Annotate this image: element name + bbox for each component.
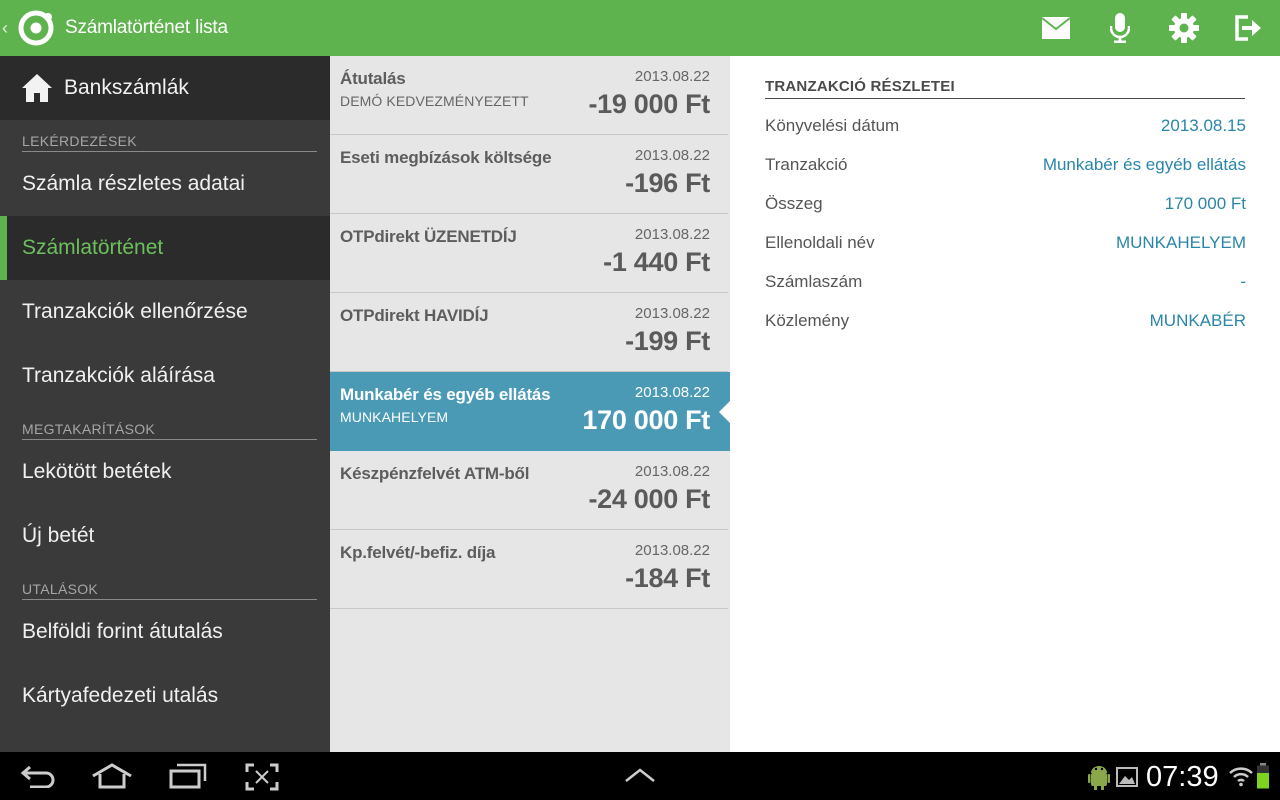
back-icon[interactable] [20,764,56,788]
recent-apps-icon[interactable] [169,763,207,789]
action-bar [1024,0,1280,56]
clock: 07:39 [1146,761,1219,793]
detail-value: MUNKAHELYEM [1115,233,1246,252]
logout-button[interactable] [1216,0,1280,56]
transaction-row-selected[interactable]: Munkabér és egyéb ellátás MUNKAHELYEM 20… [330,372,730,451]
selection-pointer-icon [719,401,730,423]
detail-row-booking-date: Könyvelési dátum 2013.08.15 [765,116,1246,140]
chevron-up-icon[interactable] [624,767,656,783]
nav-section-queries: LEKÉRDEZÉSEK [22,120,317,152]
transaction-amount: -184 Ft [625,563,710,593]
nav-bank-accounts-label: Bankszámlák [64,76,189,99]
app-bar: ‹ Számlatörténet lista [0,0,1280,56]
transaction-date: 2013.08.22 [634,305,710,322]
detail-row-transaction: Tranzakció Munkabér és egyéb ellátás [765,155,1246,179]
gear-icon [1169,13,1199,43]
detail-value: - [1240,272,1246,291]
system-navigation-bar: 07:39 [0,752,1280,800]
transaction-row[interactable]: Eseti megbízások költsége 2013.08.22 -19… [330,135,728,214]
nav-item-card-transfer[interactable]: Kártyafedezeti utalás [0,664,330,728]
transaction-amount: -1 440 Ft [603,247,710,277]
nav-item-fixed-deposits[interactable]: Lekötött betétek [0,440,330,504]
nav-item-new-deposit[interactable]: Új betét [0,504,330,568]
detail-label: Ellenoldali név [765,233,875,252]
detail-row-counterparty: Ellenoldali név MUNKAHELYEM [765,233,1246,257]
transaction-date: 2013.08.22 [634,384,710,401]
detail-row-amount: Összeg 170 000 Ft [765,194,1246,218]
transaction-amount: 170 000 Ft [582,405,710,435]
voice-button[interactable] [1088,0,1152,56]
screenshot-icon[interactable] [245,763,279,791]
wifi-icon [1229,767,1253,787]
transaction-name: OTPdirekt HAVIDÍJ [340,306,489,325]
detail-value: Munkabér és egyéb ellátás [1042,155,1246,174]
transaction-name: Eseti megbízások költsége [340,148,552,167]
detail-label: Összeg [765,194,823,213]
transaction-row[interactable]: Kp.felvét/-befiz. díja 2013.08.22 -184 F… [330,530,728,609]
mail-button[interactable] [1024,0,1088,56]
transaction-details-pane: TRANZAKCIÓ RÉSZLETEI Könyvelési dátum 20… [730,56,1280,752]
transaction-name: Kp.felvét/-befiz. díja [340,543,496,562]
transaction-row[interactable]: Készpénzfelvét ATM-ből 2013.08.22 -24 00… [330,451,728,530]
transaction-row[interactable]: OTPdirekt HAVIDÍJ 2013.08.22 -199 Ft [330,293,728,372]
transaction-date: 2013.08.22 [634,226,710,243]
transaction-name: OTPdirekt ÜZENETDÍJ [340,227,517,246]
detail-row-message: Közlemény MUNKABÉR [765,311,1246,335]
details-title: TRANZAKCIÓ RÉSZLETEI [765,78,1245,99]
detail-value: 2013.08.15 [1160,116,1246,135]
home-icon[interactable] [91,763,133,789]
settings-button[interactable] [1152,0,1216,56]
home-icon [22,74,52,102]
transaction-date: 2013.08.22 [634,463,710,480]
image-notification-icon [1116,767,1138,787]
nav-section-transfers: UTALÁSOK [22,568,317,600]
android-debug-icon [1088,766,1110,790]
detail-row-account-number: Számlaszám - [765,272,1246,296]
microphone-icon [1110,13,1130,43]
transaction-amount: -199 Ft [625,326,710,356]
nav-item-domestic-transfer[interactable]: Belföldi forint átutalás [0,600,330,664]
back-chevron-icon[interactable]: ‹ [2,18,16,39]
transaction-date: 2013.08.22 [634,68,710,85]
transaction-date: 2013.08.22 [634,147,710,164]
battery-icon [1257,763,1269,789]
navigation-drawer: Bankszámlák LEKÉRDEZÉSEK Számla részlete… [0,56,330,752]
transaction-amount: -19 000 Ft [588,89,710,119]
detail-label: Könyvelési dátum [765,116,900,135]
detail-label: Közlemény [765,311,850,330]
transaction-name: Munkabér és egyéb ellátás [340,385,551,404]
detail-value: 170 000 Ft [1164,194,1246,213]
transaction-counterparty: DEMÓ KEDVEZMÉNYEZETT [340,93,529,109]
mail-icon [1042,17,1070,39]
nav-bank-accounts[interactable]: Bankszámlák [0,56,330,120]
transaction-counterparty: MUNKAHELYEM [340,409,449,425]
transaction-list: Átutalás DEMÓ KEDVEZMÉNYEZETT 2013.08.22… [330,56,730,752]
app-logo-icon[interactable] [18,10,54,46]
nav-item-account-details[interactable]: Számla részletes adatai [0,152,330,216]
detail-label: Tranzakció [765,155,848,174]
logout-icon [1235,15,1261,41]
transaction-amount: -24 000 Ft [588,484,710,514]
transaction-name: Átutalás [340,69,406,88]
detail-value: MUNKABÉR [1149,311,1246,330]
nav-item-account-history[interactable]: Számlatörténet [0,216,330,280]
nav-section-savings: MEGTAKARÍTÁSOK [22,408,317,440]
transaction-name: Készpénzfelvét ATM-ből [340,464,530,483]
transaction-amount: -196 Ft [625,168,710,198]
transaction-row[interactable]: OTPdirekt ÜZENETDÍJ 2013.08.22 -1 440 Ft [330,214,728,293]
nav-item-transaction-check[interactable]: Tranzakciók ellenőrzése [0,280,330,344]
app-title: Számlatörténet lista [65,17,228,38]
nav-item-transaction-signing[interactable]: Tranzakciók aláírása [0,344,330,408]
transaction-date: 2013.08.22 [634,542,710,559]
transaction-row[interactable]: Átutalás DEMÓ KEDVEZMÉNYEZETT 2013.08.22… [330,56,728,135]
detail-label: Számlaszám [765,272,863,291]
